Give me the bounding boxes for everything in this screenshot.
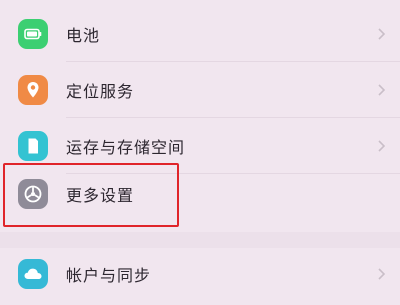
- chevron-right-icon: [378, 268, 386, 280]
- battery-icon: [18, 19, 48, 49]
- cloud-sync-icon: [18, 259, 48, 289]
- settings-item-label: 运存与存储空间: [66, 138, 186, 157]
- settings-item-battery[interactable]: 电池: [0, 6, 400, 62]
- chevron-right-icon: [378, 140, 386, 152]
- settings-item-location-service[interactable]: 定位服务: [0, 62, 400, 118]
- settings-list: 电池 定位服务 运存与存储空间 更多设置 帐户与同步: [0, 0, 400, 305]
- settings-item-label: 帐户与同步: [66, 266, 152, 285]
- location-pin-icon: [18, 75, 48, 105]
- chevron-right-icon: [378, 28, 386, 40]
- settings-item-account-sync[interactable]: 帐户与同步: [0, 246, 400, 302]
- settings-item-label: 电池: [66, 26, 101, 45]
- storage-icon: [18, 131, 48, 161]
- highlight-annotation-box: [3, 163, 179, 227]
- settings-item-label: 定位服务: [66, 82, 135, 101]
- chevron-right-icon: [378, 84, 386, 96]
